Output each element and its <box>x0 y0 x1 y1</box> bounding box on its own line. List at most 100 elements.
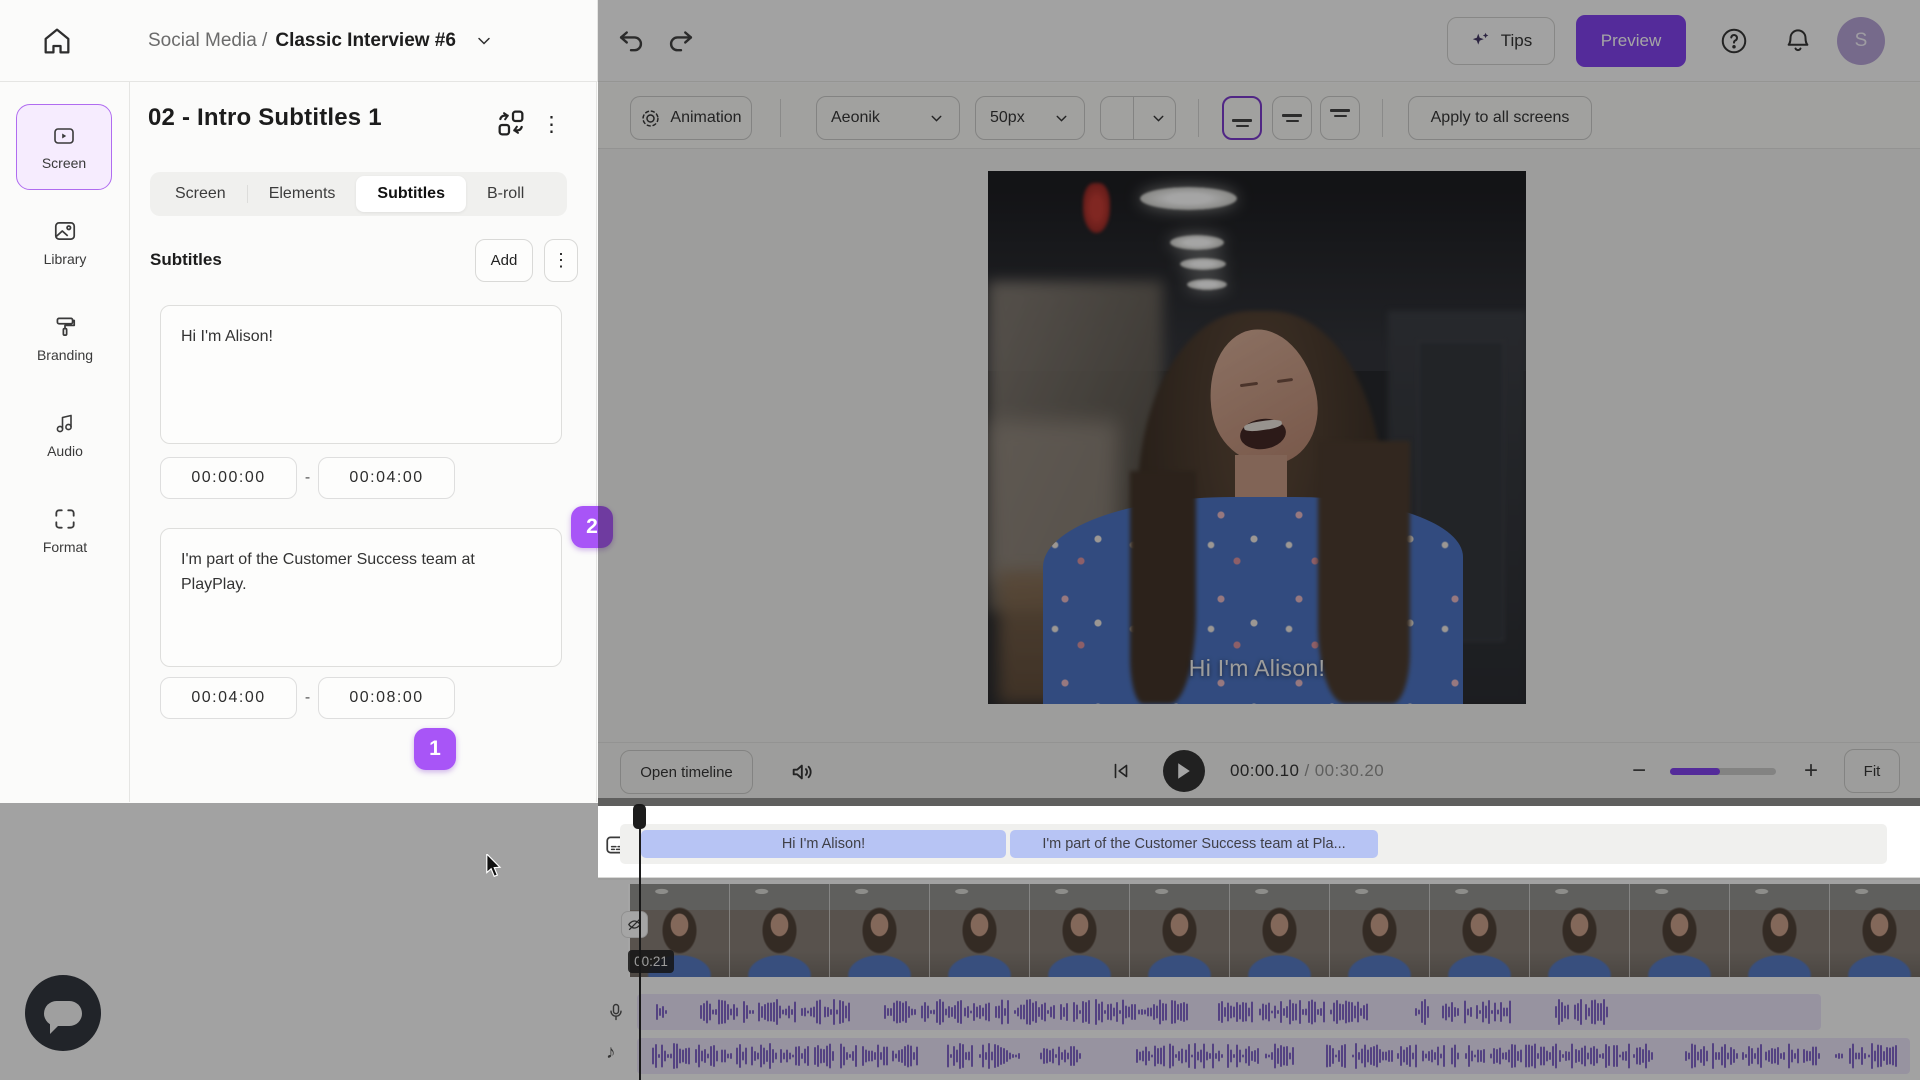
tutorial-step-badge: 2 <box>571 506 613 548</box>
current-time: 00:00.10 <box>1230 761 1299 780</box>
video-thumbnail[interactable] <box>1630 884 1730 977</box>
sidebar-item-label: Branding <box>37 347 93 363</box>
sidebar-item-label: Screen <box>42 155 86 171</box>
tab-screen[interactable]: Screen <box>154 176 247 212</box>
avatar[interactable]: S <box>1837 17 1885 65</box>
breadcrumb-current: Classic Interview #6 <box>275 30 456 52</box>
subtitle-timeline-block[interactable]: I'm part of the Customer Success team at… <box>1010 830 1378 858</box>
video-thumbnail[interactable] <box>730 884 830 977</box>
video-thumbnail[interactable] <box>1530 884 1630 977</box>
subtitles-menu-button[interactable]: ⋮ <box>544 239 578 282</box>
audio-icon <box>53 410 77 436</box>
font-size-dropdown[interactable]: 50px <box>975 96 1085 140</box>
subtitle-text-field[interactable]: Hi I'm Alison! <box>160 305 562 444</box>
subtitle-text-field[interactable]: I'm part of the Customer Success team at… <box>160 528 562 667</box>
play-icon <box>1176 762 1192 780</box>
video-thumbnail[interactable] <box>1130 884 1230 977</box>
color-swatch <box>1101 97 1134 139</box>
video-preview[interactable]: Hi I'm Alison! <box>988 171 1526 704</box>
start-time-input[interactable]: 00:00:00 <box>160 457 297 499</box>
chat-support-button[interactable] <box>25 975 101 1051</box>
music-track-icon: ♪ <box>606 1042 626 1066</box>
end-time-input[interactable]: 00:08:00 <box>318 677 455 719</box>
align-top-button[interactable] <box>1320 96 1360 140</box>
chevron-down-icon <box>1053 110 1070 127</box>
playback-controls: Open timeline 00:00.10 / 00:30.20 − + Fi… <box>598 742 1920 798</box>
question-icon <box>1719 26 1749 56</box>
video-thumbnail[interactable] <box>930 884 1030 977</box>
open-timeline-button[interactable]: Open timeline <box>620 750 753 794</box>
clip-time-label: 00:21 <box>628 950 674 973</box>
tips-button[interactable]: Tips <box>1447 17 1555 65</box>
preview-button[interactable]: Preview <box>1576 15 1686 67</box>
animation-icon <box>640 108 661 129</box>
apply-to-all-screens-button[interactable]: Apply to all screens <box>1408 96 1592 140</box>
fit-label: Fit <box>1864 763 1881 780</box>
sidebar-item-audio[interactable]: Audio <box>0 410 130 459</box>
tab-broll[interactable]: B-roll <box>466 176 545 212</box>
align-bottom-button[interactable] <box>1222 96 1262 140</box>
video-thumbnail[interactable] <box>1330 884 1430 977</box>
format-icon <box>52 506 78 532</box>
subtitle-timeline-block[interactable]: Hi I'm Alison! <box>641 830 1006 858</box>
sidebar-item-format[interactable]: Format <box>0 506 130 555</box>
redo-button[interactable] <box>664 24 698 58</box>
video-thumbnail[interactable] <box>1230 884 1330 977</box>
screen-icon <box>51 124 77 148</box>
swap-screen-button[interactable] <box>493 107 531 141</box>
end-time-input[interactable]: 00:04:00 <box>318 457 455 499</box>
animation-button[interactable]: Animation <box>630 96 752 140</box>
video-thumbnail[interactable] <box>1030 884 1130 977</box>
undo-button[interactable] <box>614 24 648 58</box>
voiceover-waveform <box>656 994 1606 1030</box>
play-button[interactable] <box>1163 750 1205 792</box>
skip-to-start-button[interactable] <box>1110 759 1132 783</box>
mouse-cursor <box>483 854 505 878</box>
video-thumbnail[interactable] <box>1730 884 1830 977</box>
ceiling-light <box>1180 258 1226 270</box>
total-time: 00:30.20 <box>1315 761 1384 780</box>
hidden-clip-badge[interactable] <box>621 911 648 938</box>
zoom-slider[interactable] <box>1670 768 1776 775</box>
video-thumbnail[interactable] <box>1430 884 1530 977</box>
tutorial-step-badge: 1 <box>414 728 456 770</box>
subtitles-section-title: Subtitles <box>150 250 222 270</box>
fit-button[interactable]: Fit <box>1844 749 1900 793</box>
apply-label: Apply to all screens <box>1431 109 1570 127</box>
home-button[interactable] <box>40 24 84 60</box>
time-separator: / <box>1299 761 1314 780</box>
music-waveform <box>652 1038 1902 1074</box>
screen-panel: 02 - Intro Subtitles 1 ⋮ Screen Elements… <box>131 82 597 802</box>
tab-elements[interactable]: Elements <box>248 176 357 212</box>
playhead[interactable] <box>639 804 641 1080</box>
help-button[interactable] <box>1719 26 1749 56</box>
align-middle-button[interactable] <box>1272 96 1312 140</box>
video-track: 00:21 <box>598 880 1920 984</box>
preview-label: Preview <box>1601 31 1661 51</box>
sidebar-item-library[interactable]: Library <box>0 218 130 267</box>
screen-menu-button[interactable]: ⋮ <box>539 107 565 141</box>
video-thumbnail[interactable] <box>830 884 930 977</box>
video-thumbnail[interactable] <box>1830 884 1920 977</box>
start-time-input[interactable]: 00:04:00 <box>160 677 297 719</box>
sidebar-item-screen[interactable]: Screen <box>16 104 112 190</box>
font-family-value: Aeonik <box>831 109 880 127</box>
zoom-out-button[interactable]: − <box>1626 751 1652 791</box>
library-icon <box>52 218 78 244</box>
sidebar-item-branding[interactable]: Branding <box>0 314 130 363</box>
zoom-in-button[interactable]: + <box>1798 751 1824 791</box>
add-subtitle-button[interactable]: Add <box>475 239 533 282</box>
text-color-dropdown[interactable] <box>1100 96 1176 140</box>
speaker-icon <box>788 758 818 786</box>
playhead-handle[interactable] <box>633 804 646 829</box>
notifications-button[interactable] <box>1783 25 1813 57</box>
volume-button[interactable] <box>788 758 818 786</box>
breadcrumb[interactable]: Social Media / Classic Interview #6 <box>148 0 494 82</box>
avatar-initial: S <box>1855 30 1868 52</box>
undo-icon <box>614 24 648 58</box>
align-middle-icon <box>1282 109 1302 127</box>
font-family-dropdown[interactable]: Aeonik <box>816 96 960 140</box>
tab-subtitles[interactable]: Subtitles <box>356 176 466 212</box>
sidebar: Screen Library Branding Audio Format <box>0 82 130 802</box>
chevron-down-icon <box>474 31 494 51</box>
